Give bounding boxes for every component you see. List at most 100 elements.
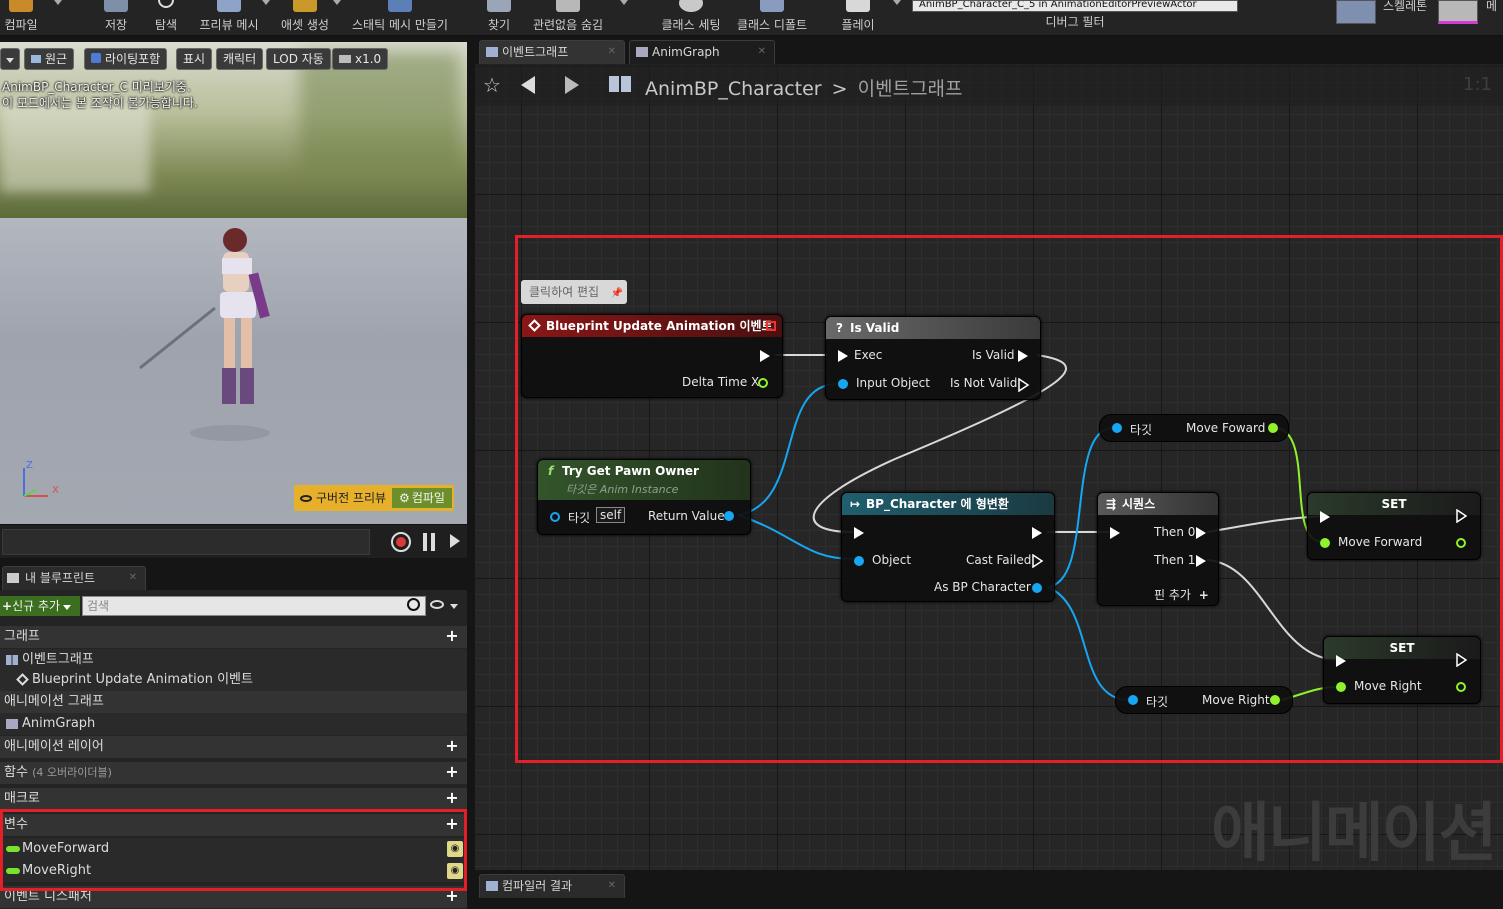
close-icon[interactable]: ✕ [608,875,616,897]
section-macros[interactable]: 매크로 + [0,788,467,810]
view-options-eye-icon[interactable] [430,600,444,609]
viewport-options-dropdown[interactable] [0,48,20,70]
play-button[interactable]: 플레이 [836,0,880,36]
axis-x-label: X [52,485,59,496]
section-anim-layers[interactable]: 애니메이션 레이어 + [0,736,467,758]
compile-options-caret[interactable] [54,0,62,5]
mesh-mode-thumbnail[interactable] [1438,0,1478,24]
list-item-bp-update-event[interactable]: Blueprint Update Animation 이벤트 [0,669,467,691]
preview-timeline [0,524,467,558]
class-defaults-icon [760,0,784,12]
perspective-button[interactable]: 원근 [24,48,75,70]
compile-button[interactable]: 컴파일 [0,0,42,36]
timeline-track[interactable] [2,529,370,555]
book-icon [7,573,19,583]
preview-mesh-caret[interactable] [262,0,270,5]
add-graph-plus-icon[interactable]: + [445,628,459,644]
mesh-mode-label[interactable]: 메 [1486,0,1497,14]
graph-tabbar: 이벤트그래프 ✕ AnimGraph ✕ [475,36,1503,64]
search-icon [407,598,420,611]
event-diamond-icon [16,673,29,686]
class-settings-button[interactable]: 클래스 세팅 [658,0,724,36]
add-macro-plus-icon[interactable]: + [445,790,459,806]
chevron-down-icon [63,605,72,610]
add-dispatcher-plus-icon[interactable]: + [445,888,459,904]
step-forward-button[interactable] [450,534,460,548]
axis-gizmo [23,468,48,497]
tab-anim-graph[interactable]: AnimGraph ✕ [629,40,775,64]
graph-icon [6,655,18,665]
save-button[interactable]: 저장 [96,0,136,36]
debug-object-select[interactable]: AnimBP_Character_C_5 in AnimationEditorP… [912,0,1238,12]
graph-icon [486,47,498,57]
record-button[interactable] [391,532,411,552]
preview-mesh-button[interactable]: 프리뷰 메시 [196,0,262,36]
plus-icon: + [2,599,13,613]
gear-icon [679,0,703,12]
hide-unrelated-button[interactable]: 관련없음 숨김 [530,0,606,36]
show-button[interactable]: 표시 [176,48,213,70]
add-function-plus-icon[interactable]: + [445,764,459,780]
my-blueprint-tabbar: 내 블루프린트 ✕ [0,562,467,590]
browse-button[interactable]: 탐색 [146,0,186,36]
find-button[interactable]: 찾기 [482,0,516,36]
find-icon [487,0,511,12]
perspective-icon [31,55,41,63]
section-functions[interactable]: 함수 (4 오버라이더블) + [0,762,467,784]
eye-icon [300,495,312,502]
lighting-icon [91,53,101,63]
skeleton-mode-thumbnail[interactable] [1336,0,1376,24]
close-icon[interactable]: ✕ [608,41,616,63]
class-defaults-button[interactable]: 클래스 디폴트 [734,0,810,36]
bottom-tabbar: 컴파일러 결과 ✕ [475,870,1503,909]
viewport-info-line-1: AnimBP_Character_C 미리보기중. [2,80,191,94]
section-anim-graphs[interactable]: 애니메이션 그래프 [0,691,467,713]
add-new-button[interactable]: +신규 추가 [0,596,80,616]
pause-button[interactable] [423,533,435,551]
skeleton-mode-label[interactable]: 스켈레톤 [1383,0,1427,14]
tab-compiler-results[interactable]: 컴파일러 결과 ✕ [479,874,625,898]
axis-z-label: Z [26,460,33,471]
anim-graph-icon [6,719,18,729]
view-options-chevron-icon[interactable] [450,604,458,609]
viewport-compile-button[interactable]: ⚙ 컴파일 [392,488,452,508]
debug-filter-label: 디버그 필터 [1045,15,1105,29]
create-asset-caret[interactable] [333,0,341,5]
create-asset-icon [293,0,317,12]
event-graph-canvas[interactable]: ☆ AnimBP_Character > 이벤트그래프 1:1 애니메이션 클릭… [475,64,1503,870]
lod-button[interactable]: LOD 자동 [266,48,331,70]
character-preview-mesh[interactable] [120,218,300,448]
speed-icon [339,55,351,63]
character-button[interactable]: 캐릭터 [216,48,264,70]
tab-event-graph[interactable]: 이벤트그래프 ✕ [479,40,625,64]
graph-highlight-box [515,235,1503,763]
main-toolbar: 컴파일 저장 탐색 프리뷰 메시 애셋 생성 스태틱 메시 만들기 찾기 관련없… [0,0,1503,36]
playback-speed-button[interactable]: x1.0 [332,48,389,70]
viewport-info-line-2: 이 모드에서는 본 조작이 불가능합니다. [2,96,198,110]
viewport-background-building [0,102,150,192]
lighting-button[interactable]: 라이팅포함 [84,48,168,70]
play-icon [846,0,870,12]
magnifier-icon [158,0,174,8]
close-icon[interactable]: ✕ [758,41,766,63]
tab-my-blueprint[interactable]: 내 블루프린트 ✕ [2,566,146,590]
hide-unrelated-caret[interactable] [620,0,628,5]
play-options-caret[interactable] [893,0,901,5]
section-graphs[interactable]: 그래프 + [0,626,467,648]
variables-highlight-box [0,809,467,891]
search-input[interactable]: 검색 [82,596,426,616]
compiler-results-icon [486,881,498,891]
make-static-mesh-button[interactable]: 스태틱 메시 만들기 [350,0,450,36]
compile-icon [9,0,33,12]
compile-gear-icon: ⚙ [399,491,410,505]
list-item-event-graph[interactable]: 이벤트그래프 [0,649,467,671]
close-icon[interactable]: ✕ [129,567,137,589]
hide-unrelated-icon [556,0,580,12]
create-asset-button[interactable]: 애셋 생성 [276,0,334,36]
list-item-anim-graph[interactable]: AnimGraph [0,713,467,735]
add-anim-layer-plus-icon[interactable]: + [445,738,459,754]
preview-viewport[interactable]: 원근 라이팅포함 표시 캐릭터 LOD 자동 x1.0 AnimBP_Chara… [0,42,467,524]
my-blueprint-panel: +신규 추가 검색 그래프 + 이벤트그래프 Blueprint Update … [0,590,467,909]
anim-graph-icon [636,47,648,57]
save-icon [104,0,128,12]
